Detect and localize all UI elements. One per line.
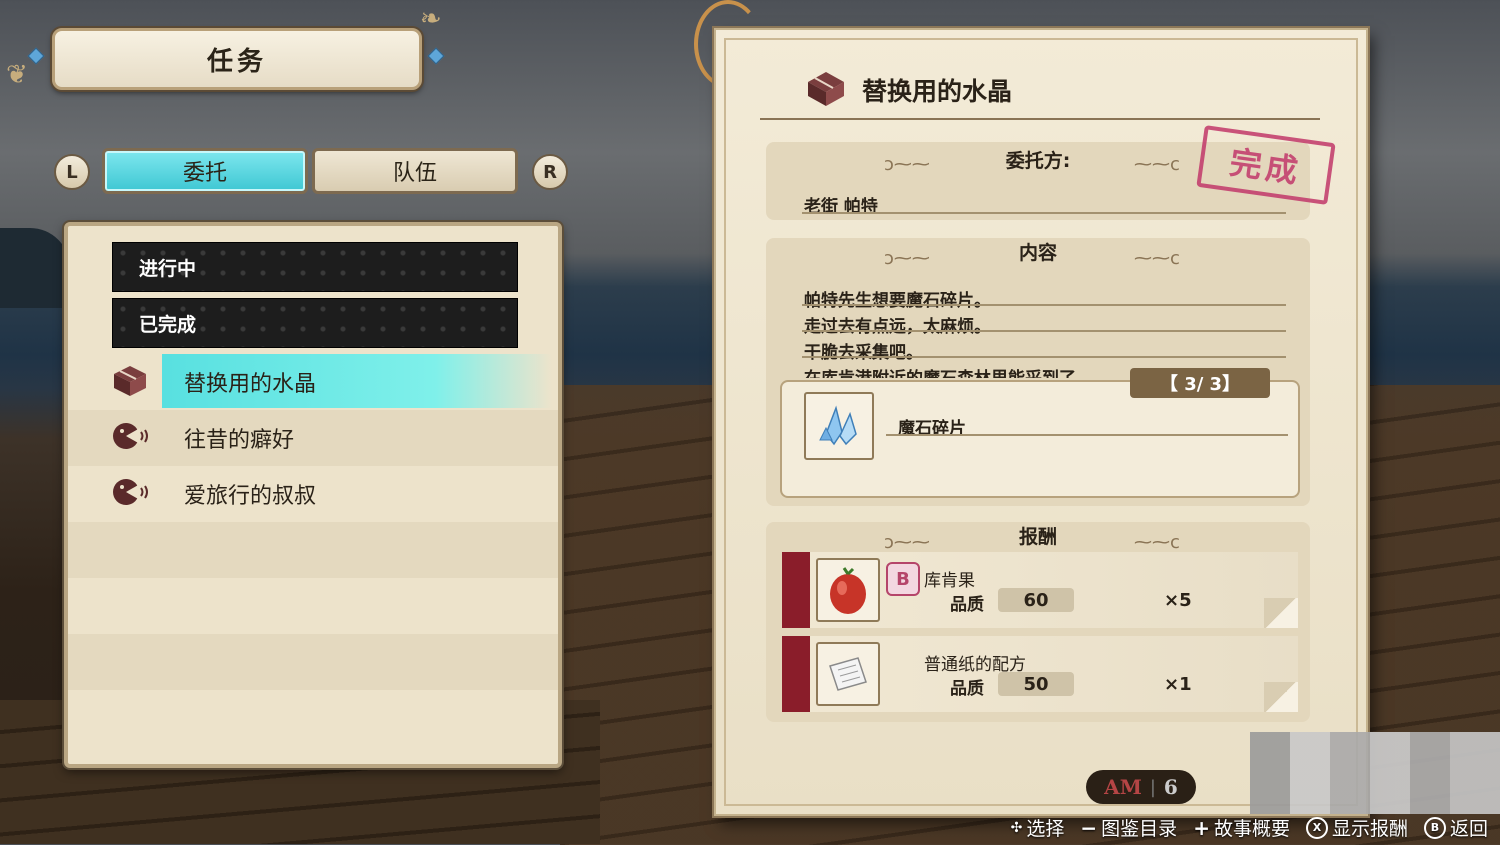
- quest-list-panel: 进行中 已完成 替换用的水晶 往昔的癖好 爱旅行的叔叔: [64, 222, 562, 768]
- content-line: 在库肯港附近的魔石森林里能采到了。: [804, 364, 1093, 378]
- quest-label: 替换用的水晶: [184, 372, 317, 397]
- tab-party[interactable]: 队伍: [312, 148, 518, 194]
- background-rock: [0, 228, 70, 308]
- speech-icon: [113, 423, 148, 449]
- l-shoulder-button[interactable]: L: [54, 154, 90, 190]
- ornament-icon: ❧: [420, 4, 442, 34]
- clock-hour: 6: [1163, 775, 1178, 799]
- ornament-icon: ❦: [6, 60, 28, 90]
- rank-badge: B: [886, 562, 920, 596]
- quest-item[interactable]: 往昔的癖好: [68, 408, 558, 464]
- reward-item[interactable]: B 库肯果 品质 60 ×5: [782, 552, 1298, 628]
- rewards-heading: 报酬: [1018, 526, 1057, 548]
- category-in-progress[interactable]: 进行中: [112, 242, 518, 292]
- reward-item[interactable]: 普通纸的配方 品质 50 ×1: [782, 636, 1298, 712]
- r-shoulder-button[interactable]: R: [532, 154, 568, 190]
- hint-label: 图鉴目录: [1101, 818, 1178, 840]
- hint-select[interactable]: ✣ 选择: [1011, 814, 1065, 841]
- item-thumbnail: [804, 392, 874, 460]
- category-completed[interactable]: 已完成: [112, 298, 518, 348]
- reward-thumbnail: [816, 642, 880, 706]
- hint-encyclopedia[interactable]: − 图鉴目录: [1080, 814, 1177, 841]
- hint-label: 显示报酬: [1331, 818, 1408, 840]
- dpad-icon: ✣: [1010, 819, 1023, 836]
- quality-value: 60: [998, 588, 1074, 612]
- page-fold: [1264, 598, 1298, 628]
- reward-thumbnail: [816, 558, 880, 622]
- quality-value: 50: [998, 672, 1074, 696]
- x-button-icon: X: [1305, 816, 1328, 839]
- plus-icon: +: [1193, 815, 1210, 840]
- box-icon: [808, 72, 844, 106]
- reward-name: 库肯果: [924, 571, 975, 591]
- title-frame: ❦ ❧ 任务: [0, 0, 450, 120]
- button-hints: ✣ 选择 − 图鉴目录 + 故事概要 X 显示报酬 B 返回: [1011, 814, 1488, 841]
- reward-ribbon: [782, 552, 810, 628]
- hint-label: 故事概要: [1213, 818, 1290, 840]
- quest-detail-title: 替换用的水晶: [862, 77, 1013, 106]
- pixelated-area: [1250, 732, 1500, 814]
- quality-label: 品质: [950, 595, 984, 615]
- content-line: 帕特先生想要魔石碎片。: [804, 291, 991, 311]
- quality-label: 品质: [950, 679, 984, 699]
- quest-label: 往昔的癖好: [184, 428, 295, 453]
- b-button-icon: B: [1423, 816, 1446, 839]
- quest-item[interactable]: 爱旅行的叔叔: [68, 464, 558, 520]
- reward-ribbon: [782, 636, 810, 712]
- page-fold: [1264, 682, 1298, 712]
- minus-icon: −: [1080, 815, 1098, 840]
- quest-item-selected[interactable]: 替换用的水晶: [68, 352, 558, 408]
- reward-quantity: ×5: [1164, 590, 1192, 611]
- speech-icon: [113, 479, 148, 505]
- hint-show-rewards[interactable]: X 显示报酬: [1305, 814, 1408, 841]
- tab-commission[interactable]: 委托: [102, 148, 308, 194]
- clock-period: AM: [1104, 775, 1142, 799]
- quest-label: 爱旅行的叔叔: [184, 484, 317, 509]
- content-line: 干脆去采集吧。: [804, 343, 923, 363]
- reward-quantity: ×1: [1164, 674, 1192, 695]
- content-heading: 内容: [1018, 242, 1057, 264]
- page-title: 任务: [52, 28, 422, 90]
- box-icon: [114, 366, 146, 396]
- hint-back[interactable]: B 返回: [1423, 814, 1488, 841]
- crystal-icon: [819, 405, 857, 446]
- paper-icon: [829, 657, 867, 691]
- time-display: AM | 6: [1086, 770, 1196, 804]
- tab-bar: L 委托 队伍 R: [40, 146, 580, 198]
- hint-story[interactable]: + 故事概要: [1193, 814, 1290, 841]
- content-line: 走过去有点远，太麻烦。: [804, 317, 991, 337]
- red-fruit-icon: [830, 567, 866, 614]
- gem-icon: [27, 47, 45, 65]
- title-divider: [760, 104, 1320, 120]
- hint-label: 返回: [1449, 818, 1488, 840]
- item-progress-badge: 【 3/ 3】: [1130, 368, 1270, 398]
- hint-label: 选择: [1026, 818, 1065, 840]
- gem-icon: [427, 47, 445, 65]
